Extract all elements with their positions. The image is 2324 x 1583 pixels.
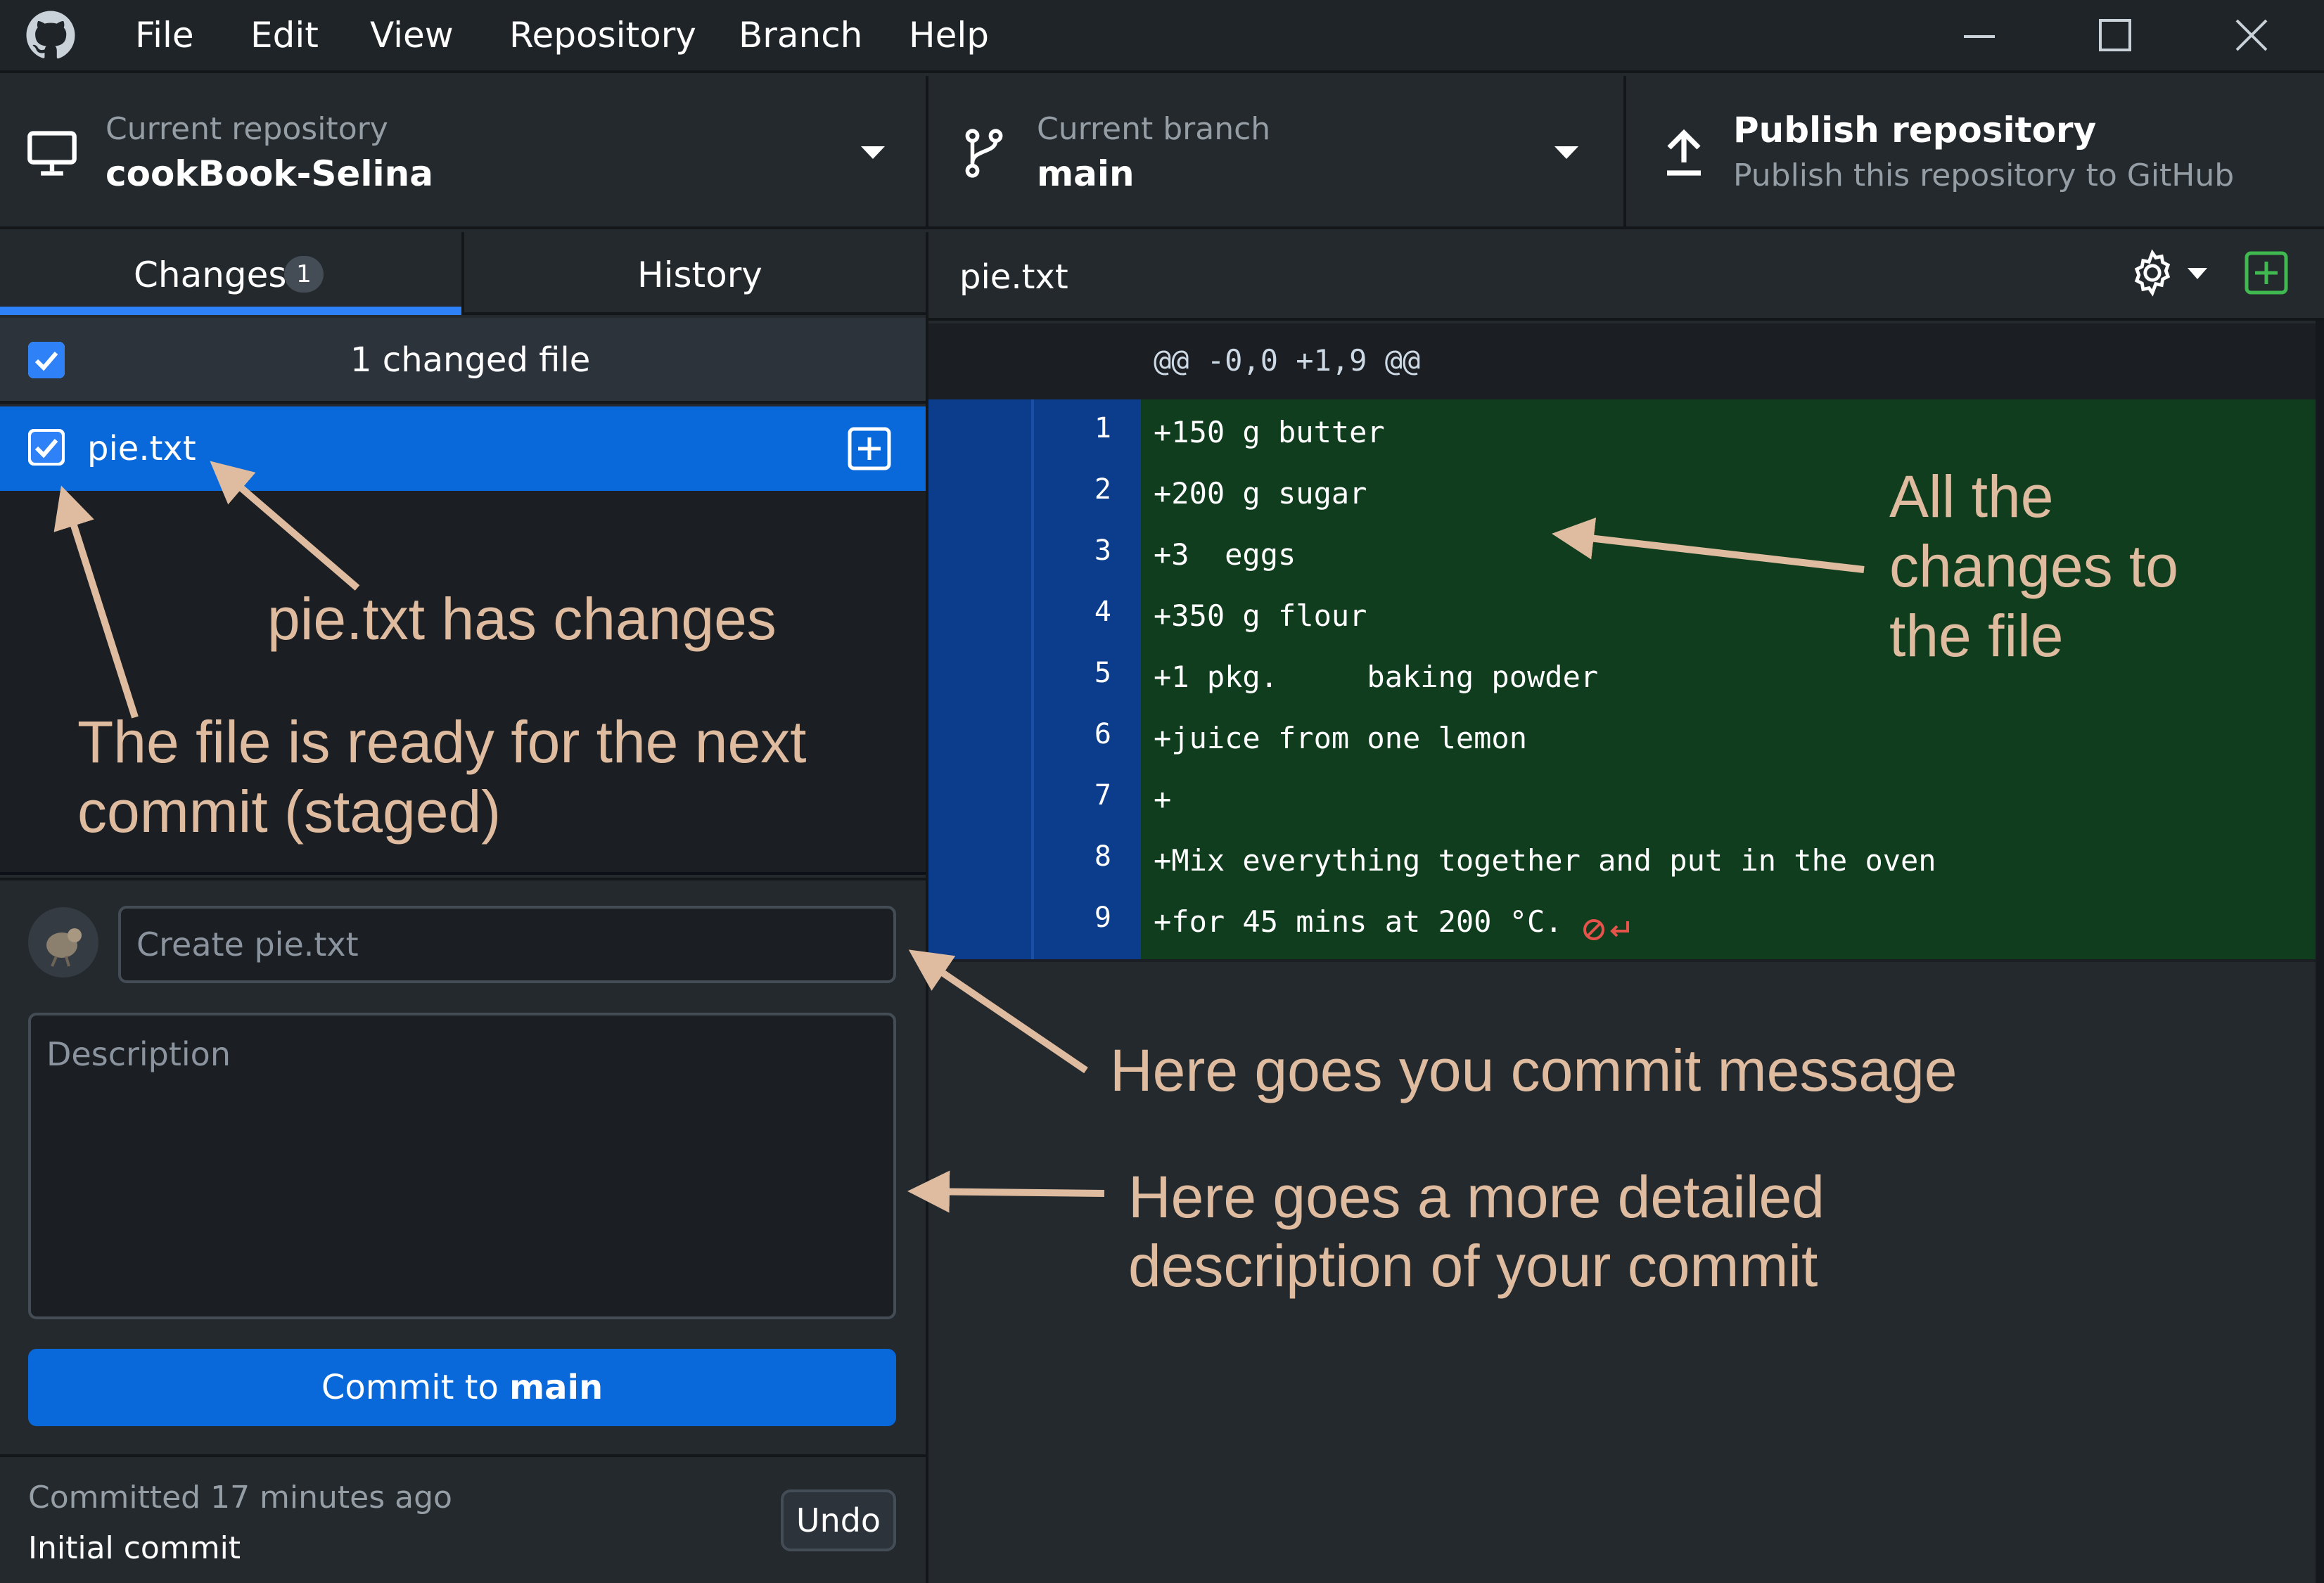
gear-icon xyxy=(2134,249,2171,297)
diff-header xyxy=(928,232,2324,321)
commit-button-branch: main xyxy=(509,1368,604,1407)
scrollbar-track[interactable] xyxy=(2316,321,2324,1583)
checkmark-icon xyxy=(28,429,65,466)
chevron-down-icon xyxy=(861,146,885,159)
file-added-icon xyxy=(848,427,891,470)
changed-file-name: pie.txt xyxy=(87,429,196,468)
annotation-staged-line1: The file is ready for the next xyxy=(77,709,807,775)
diff-hunk-header xyxy=(928,323,2324,399)
hunk-header-text: @@ -0,0 +1,9 @@ xyxy=(1154,343,1421,378)
diff-line: +150 g butter xyxy=(1154,415,1385,449)
no-newline-icon xyxy=(1583,919,1629,940)
menu-view[interactable]: View xyxy=(370,13,454,58)
annotation-description-line2: description of your commit xyxy=(1128,1233,1818,1299)
select-all-checkbox[interactable] xyxy=(28,342,65,378)
diff-line: +200 g sugar xyxy=(1154,476,1367,511)
current-branch-dropdown[interactable]: Current branch main xyxy=(928,76,1623,229)
github-logo-icon xyxy=(26,11,75,59)
diff-line: +3 eggs xyxy=(1154,537,1296,572)
diff-settings-button[interactable] xyxy=(2127,248,2211,298)
tab-changes[interactable]: Changes 1 xyxy=(0,232,461,315)
diff-line-number: 5 xyxy=(1094,657,1111,689)
publish-subtitle: Publish this repository to GitHub xyxy=(1733,158,2235,193)
diff-line-number: 4 xyxy=(1094,596,1111,628)
menu-help[interactable]: Help xyxy=(909,13,989,58)
branch-name: main xyxy=(1037,153,1135,194)
tab-changes-label: Changes xyxy=(134,255,287,295)
diff-line: + xyxy=(1154,782,1172,816)
annotation-all-changes-line3: the file xyxy=(1889,603,2064,669)
diff-line-number: 7 xyxy=(1094,779,1111,812)
menu-repository[interactable]: Repository xyxy=(509,13,696,58)
annotation-all-changes-line1: All the xyxy=(1889,463,2054,530)
changes-count-badge: 1 xyxy=(284,256,324,293)
commit-button-prefix: Commit to xyxy=(321,1368,499,1407)
diff-line-number: 8 xyxy=(1094,840,1111,873)
tab-history-label: History xyxy=(637,255,762,295)
close-icon[interactable] xyxy=(2223,11,2279,60)
tab-history[interactable]: History xyxy=(464,232,926,315)
checkmark-icon xyxy=(28,342,65,378)
current-repository-dropdown[interactable]: Current repository cookBook-Selina xyxy=(0,76,926,229)
commit-description-input[interactable] xyxy=(28,1013,896,1319)
changed-files-count: 1 changed file xyxy=(350,340,591,380)
last-commit-message: Initial commit xyxy=(28,1530,241,1566)
annotation-description-line1: Here goes a more detailed xyxy=(1128,1164,1825,1230)
minimize-icon[interactable] xyxy=(1951,11,2007,60)
publish-title: Publish repository xyxy=(1733,110,2097,150)
branch-icon xyxy=(965,129,1003,178)
annotation-commit-message: Here goes you commit message xyxy=(1110,1037,1958,1103)
chevron-down-icon xyxy=(2188,268,2207,279)
diff-line: +350 g flour xyxy=(1154,598,1367,633)
upload-icon xyxy=(1667,129,1701,176)
undo-button[interactable]: Undo xyxy=(781,1489,896,1551)
menu-edit[interactable]: Edit xyxy=(250,13,319,58)
annotation-all-changes-line2: changes to xyxy=(1889,533,2178,599)
diff-line: +juice from one lemon xyxy=(1154,721,1528,755)
diff-line-number: 1 xyxy=(1094,412,1111,444)
last-commit-time: Committed 17 minutes ago xyxy=(28,1480,452,1515)
diff-line-number: 6 xyxy=(1094,718,1111,750)
file-include-checkbox[interactable] xyxy=(28,429,65,466)
diff-line-number: 2 xyxy=(1094,473,1111,506)
diff-line-number: 9 xyxy=(1094,902,1111,934)
chevron-down-icon xyxy=(1554,146,1578,159)
diff-line-number: 3 xyxy=(1094,534,1111,567)
diff-line: +for 45 mins at 200 °C. xyxy=(1154,904,1563,939)
file-added-status-icon xyxy=(2245,251,2288,295)
annotation-pie-changes: pie.txt has changes xyxy=(267,586,777,652)
avatar-icon xyxy=(46,928,82,967)
avatar xyxy=(28,907,98,978)
active-tab-indicator xyxy=(0,307,461,315)
commit-button[interactable]: Commit to main xyxy=(28,1349,896,1426)
maximize-icon[interactable] xyxy=(2086,11,2143,60)
diff-line: +Mix everything together and put in the … xyxy=(1154,843,1936,878)
annotation-staged-line2: commit (staged) xyxy=(77,778,502,845)
diff-line: +1 pkg. baking powder xyxy=(1154,660,1599,694)
menu-file[interactable]: File xyxy=(135,13,194,58)
branch-caption: Current branch xyxy=(1037,111,1271,147)
publish-repository-button[interactable]: Publish repository Publish this reposito… xyxy=(1626,76,2324,229)
menu-branch[interactable]: Branch xyxy=(739,13,862,58)
repository-name: cookBook-Selina xyxy=(106,153,433,194)
repository-caption: Current repository xyxy=(106,111,388,147)
computer-icon xyxy=(27,131,77,176)
diff-file-name: pie.txt xyxy=(959,257,1068,297)
commit-summary-input[interactable] xyxy=(118,906,896,983)
